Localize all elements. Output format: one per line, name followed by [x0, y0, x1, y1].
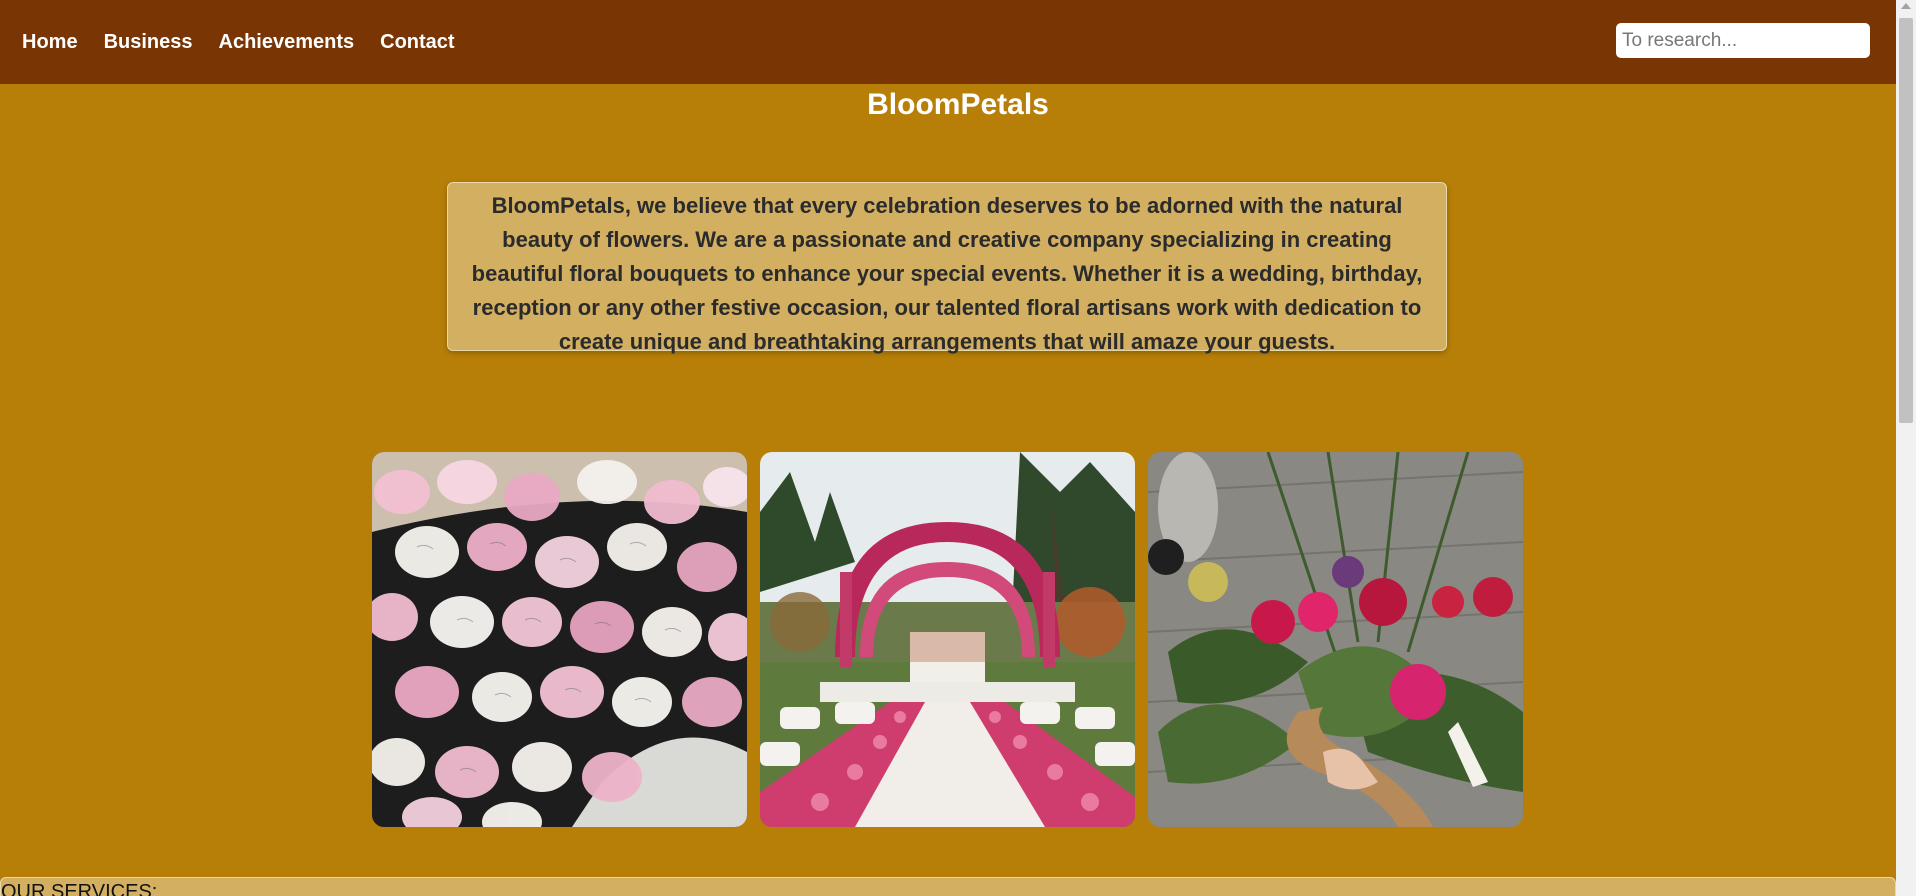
services-section: OUR SERVICES:	[0, 877, 1896, 896]
rose-petals-image	[372, 452, 747, 827]
search-input[interactable]	[1616, 23, 1870, 58]
scroll-up-arrow-icon[interactable]	[1901, 3, 1911, 9]
florist-bouquet-image	[1148, 452, 1523, 827]
navbar: Home Business Achievements Contact	[0, 0, 1896, 84]
nav-links: Home Business Achievements Contact	[22, 0, 455, 84]
wedding-arch-image	[760, 452, 1135, 827]
nav-link-achievements[interactable]: Achievements	[219, 31, 355, 54]
intro-text: BloomPetals, we believe that every celeb…	[447, 182, 1447, 354]
nav-link-business[interactable]: Business	[104, 31, 193, 54]
nav-link-home[interactable]: Home	[22, 31, 78, 54]
scrollbar-thumb[interactable]	[1899, 18, 1913, 423]
nav-link-contact[interactable]: Contact	[380, 31, 454, 54]
services-title: OUR SERVICES:	[1, 881, 158, 896]
vertical-scrollbar[interactable]	[1896, 0, 1916, 896]
photo-gallery	[372, 452, 1523, 827]
site-title: BloomPetals	[867, 88, 1049, 121]
page: Home Business Achievements Contact Bloom…	[0, 0, 1916, 896]
